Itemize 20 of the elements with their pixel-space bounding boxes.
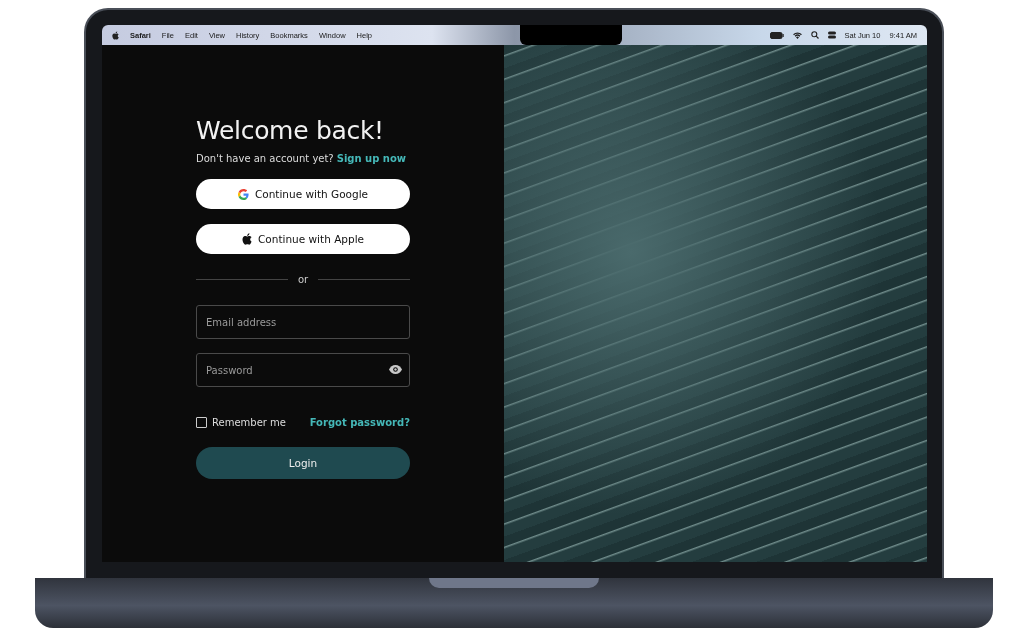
wifi-icon[interactable] [792,31,802,39]
signup-link[interactable]: Sign up now [336,153,407,164]
apple-signin-button[interactable]: Continue with Apple [196,224,410,254]
search-icon[interactable] [810,31,819,39]
battery-icon[interactable] [769,31,784,39]
google-signin-button[interactable]: Continue with Google [196,179,410,209]
apple-icon [241,233,252,245]
signup-prompt: Don't have an account yet? [196,153,334,164]
login-button[interactable]: Login [196,447,410,479]
google-icon [237,188,249,200]
remember-label[interactable]: Remember me [212,417,286,428]
remember-checkbox[interactable] [196,417,207,428]
email-field[interactable]: Email address [196,305,410,339]
control-center-icon[interactable] [827,31,836,39]
password-field[interactable]: Password [196,353,410,387]
welcome-heading: Welcome back! [196,116,385,146]
eye-icon[interactable] [389,365,402,374]
forgot-password-link[interactable]: Forgot password? [309,417,410,428]
apple-icon[interactable] [112,30,119,40]
divider-text: or [297,274,309,285]
